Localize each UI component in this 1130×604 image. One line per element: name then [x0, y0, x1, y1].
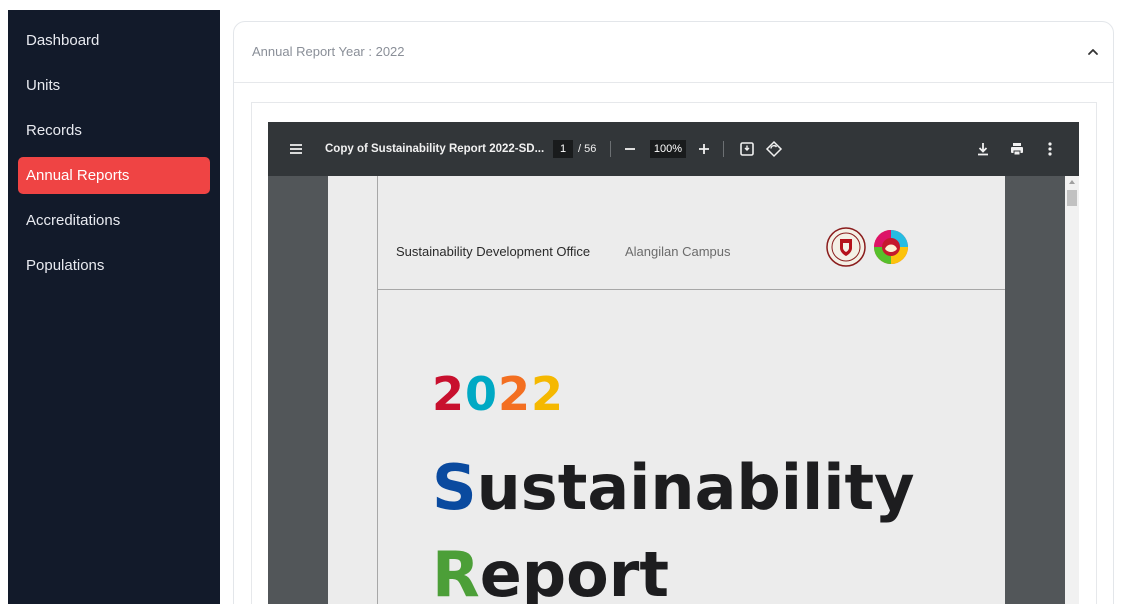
fit-page-icon[interactable] — [737, 139, 757, 159]
report-title-line-1: Sustainability — [432, 453, 915, 523]
card-title: Annual Report Year : 2022 — [252, 44, 405, 59]
pdf-page: Sustainability Development Office Alangi… — [328, 176, 1005, 604]
page-divider-vertical — [377, 176, 378, 604]
page-number-input[interactable]: 1 — [553, 140, 573, 158]
scrollbar-thumb[interactable] — [1067, 190, 1077, 206]
pdf-viewer[interactable]: Copy of Sustainability Report 2022-SD...… — [268, 122, 1079, 604]
toolbar-separator — [723, 141, 724, 157]
menu-icon[interactable] — [286, 139, 306, 159]
sidebar-item-populations[interactable]: Populations — [18, 247, 210, 284]
title-rest: ustainability — [476, 451, 915, 524]
zoom-in-icon[interactable] — [694, 139, 714, 159]
sidebar: Dashboard Units Records Annual Reports A… — [8, 10, 220, 604]
print-icon[interactable] — [1007, 139, 1027, 159]
pdf-scrollbar[interactable] — [1065, 176, 1079, 604]
title-initial: R — [432, 538, 480, 604]
page-divider-horizontal — [377, 289, 1005, 290]
report-year: 2022 — [432, 369, 564, 419]
scroll-up-arrow-icon[interactable] — [1069, 180, 1075, 184]
title-initial: S — [432, 451, 477, 524]
chevron-up-icon[interactable] — [1083, 42, 1103, 62]
office-name: Sustainability Development Office — [396, 244, 591, 259]
title-rest: eport — [479, 538, 669, 604]
card-header[interactable]: Annual Report Year : 2022 — [234, 22, 1113, 83]
toolbar-separator — [610, 141, 611, 157]
year-digit: 0 — [465, 367, 499, 421]
zoom-level-input[interactable]: 100% — [650, 140, 686, 158]
report-title-line-2: Report — [432, 540, 669, 604]
sidebar-item-dashboard[interactable]: Dashboard — [18, 22, 210, 59]
year-digit: 2 — [432, 367, 466, 421]
pdf-file-title: Copy of Sustainability Report 2022-SD... — [325, 143, 545, 155]
pdf-toolbar: Copy of Sustainability Report 2022-SD...… — [268, 122, 1079, 176]
total-pages: / 56 — [578, 143, 597, 155]
campus-name: Alangilan Campus — [625, 244, 731, 259]
download-icon[interactable] — [973, 139, 993, 159]
sidebar-item-accreditations[interactable]: Accreditations — [18, 202, 210, 239]
more-vert-icon[interactable] — [1040, 139, 1060, 159]
sdg-wheel-logo — [874, 230, 908, 264]
zoom-out-icon[interactable] — [620, 139, 640, 159]
app-root: Dashboard Units Records Annual Reports A… — [0, 0, 1130, 604]
sidebar-item-units[interactable]: Units — [18, 67, 210, 104]
year-digit: 2 — [498, 367, 532, 421]
sidebar-item-annual-reports[interactable]: Annual Reports — [18, 157, 210, 194]
year-digit: 2 — [531, 367, 565, 421]
rotate-icon[interactable] — [764, 139, 784, 159]
sidebar-item-records[interactable]: Records — [18, 112, 210, 149]
university-seal-logo — [826, 227, 866, 267]
